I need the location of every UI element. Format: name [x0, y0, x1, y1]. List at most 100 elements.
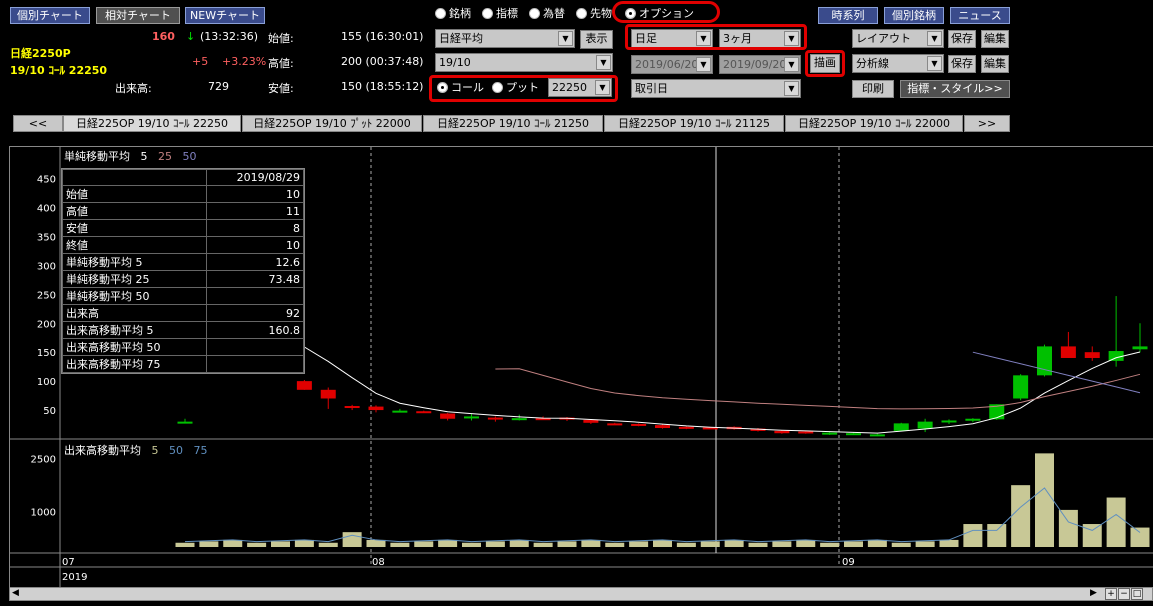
down-arrow-icon: ↓ — [186, 30, 196, 43]
volume-bar — [581, 539, 601, 547]
edit-analysis-button[interactable]: 編集 — [981, 55, 1009, 73]
candle-body — [487, 417, 503, 420]
date-from-select[interactable]: 2019/06/20 ▼ — [631, 55, 713, 74]
candle-body — [177, 421, 193, 424]
tab-call-21125[interactable]: 日経225OP 19/10 ｺｰﾙ 21125 — [604, 115, 784, 132]
radio-kawase[interactable]: 為替 — [529, 6, 565, 20]
price-tick-label: 300 — [37, 261, 56, 272]
chevron-down-icon: ▼ — [558, 31, 573, 46]
horizontal-scrollbar[interactable]: ◀ ▶ + − □ — [9, 587, 1153, 601]
new-chart-button[interactable]: NEWチャート — [185, 7, 265, 24]
candle-body — [774, 430, 790, 434]
volume-bar — [676, 542, 696, 547]
edit-layout-button[interactable]: 編集 — [981, 30, 1009, 48]
volume-bar — [724, 539, 744, 547]
date-to-select[interactable]: 2019/09/20 ▼ — [719, 55, 801, 74]
month-select[interactable]: 19/10 ▼ — [435, 53, 613, 72]
price-tick-label: 350 — [37, 232, 56, 243]
current-price: 160 — [152, 30, 175, 43]
show-button[interactable]: 表示 — [580, 30, 613, 49]
price-tick-label: 100 — [37, 377, 56, 388]
analysis-select[interactable]: 分析線 ▼ — [852, 54, 944, 73]
trade-day-select[interactable]: 取引日 ▼ — [631, 79, 801, 98]
header: 個別チャート 相対チャート NEWチャート 銘柄 指標 為替 先物 オプション … — [0, 0, 1153, 113]
tab-call-22000[interactable]: 日経225OP 19/10 ｺｰﾙ 22000 — [785, 115, 963, 132]
open-label: 始値: — [268, 32, 294, 45]
candle-body — [1060, 346, 1076, 358]
volume-bar — [891, 542, 911, 547]
tab-next[interactable]: >> — [964, 115, 1010, 132]
zoom-out-icon[interactable]: − — [1118, 588, 1130, 600]
indicator-style-button[interactable]: 指標・スタイル>> — [900, 80, 1010, 98]
scroll-left-icon[interactable]: ◀ — [12, 588, 19, 598]
price-tick-label: 150 — [37, 348, 56, 359]
timeseries-button[interactable]: 時系列 — [818, 7, 878, 24]
volume-bar — [1082, 524, 1102, 547]
volume-bar — [915, 541, 935, 547]
volume-legend: 出来高移動平均 5 50 75 — [64, 444, 208, 457]
radio-meigara[interactable]: 銘柄 — [435, 6, 471, 20]
candle-body — [440, 413, 456, 419]
instrument-sub: 19/10 ｺｰﾙ 22250 — [10, 64, 108, 77]
highlight-option-ring — [612, 1, 720, 23]
high-value: 200 (00:37:48) — [341, 55, 424, 68]
volume-bar — [700, 541, 720, 547]
candle-body — [1132, 346, 1148, 350]
candle-body — [798, 431, 814, 434]
open-value: 155 (16:30:01) — [341, 30, 424, 43]
price-change-pct: +3.23% — [222, 55, 267, 68]
radio-dot-icon — [529, 7, 540, 19]
layout-select[interactable]: レイアウト ▼ — [852, 29, 944, 48]
save-layout-button[interactable]: 保存 — [948, 30, 976, 48]
volume-bar — [963, 524, 983, 547]
relative-chart-button[interactable]: 相対チャート — [96, 7, 180, 24]
price-tick-label: 450 — [37, 175, 56, 186]
tab-prev[interactable]: << — [13, 115, 63, 132]
volume-bar — [939, 539, 959, 547]
tab-call-22250[interactable]: 日経225OP 19/10 ｺｰﾙ 22250 — [63, 115, 241, 132]
year-label: 2019 — [62, 572, 87, 583]
scroll-right-icon[interactable]: ▶ — [1090, 588, 1097, 598]
print-button[interactable]: 印刷 — [852, 80, 894, 98]
news-button[interactable]: ニュース — [950, 7, 1010, 24]
radio-shihyo[interactable]: 指標 — [482, 6, 518, 20]
candle-body — [368, 406, 384, 411]
price-tick-label: 50 — [43, 406, 56, 417]
volume-bar — [772, 541, 792, 547]
volume-bar — [294, 539, 314, 547]
zoom-in-icon[interactable]: + — [1105, 588, 1117, 600]
individual-chart-button[interactable]: 個別チャート — [10, 7, 90, 24]
radio-sakimono[interactable]: 先物 — [576, 6, 612, 20]
highlight-callput-ring — [429, 75, 618, 102]
save-analysis-button[interactable]: 保存 — [948, 55, 976, 73]
radio-dot-icon — [435, 7, 446, 19]
volume-bar — [414, 541, 434, 547]
main-legend: 単純移動平均 5 25 50 — [64, 150, 197, 163]
candle-body — [965, 418, 981, 421]
candle-body — [869, 434, 885, 437]
fit-icon[interactable]: □ — [1131, 588, 1143, 600]
tooltip-date: 2019/08/29 — [206, 169, 304, 186]
chevron-down-icon: ▼ — [784, 81, 799, 96]
price-tick-label: 200 — [37, 319, 56, 330]
candle-body — [296, 381, 312, 390]
volume-bar — [629, 541, 649, 547]
candle-body — [583, 419, 599, 423]
individual-stock-button[interactable]: 個別銘柄 — [884, 7, 944, 24]
volume-bar — [247, 542, 267, 547]
volume-tick-label: 2500 — [31, 455, 56, 466]
tab-call-21250[interactable]: 日経225OP 19/10 ｺｰﾙ 21250 — [423, 115, 603, 132]
index-select[interactable]: 日経平均 ▼ — [435, 29, 575, 48]
candle-body — [416, 411, 432, 414]
candle-body — [511, 418, 527, 421]
candle-body — [631, 423, 647, 426]
candle-body — [917, 421, 933, 429]
candle-body — [846, 433, 861, 436]
chevron-down-icon: ▼ — [696, 57, 711, 72]
instrument-name: 日経2250P — [10, 47, 71, 60]
volume-bar — [223, 539, 243, 547]
price-time: (13:32:36) — [200, 30, 258, 43]
price-tick-label: 400 — [37, 204, 56, 215]
tab-put-22000[interactable]: 日経225OP 19/10 ﾌﾟｯﾄ 22000 — [242, 115, 422, 132]
volume-bar — [199, 541, 219, 547]
